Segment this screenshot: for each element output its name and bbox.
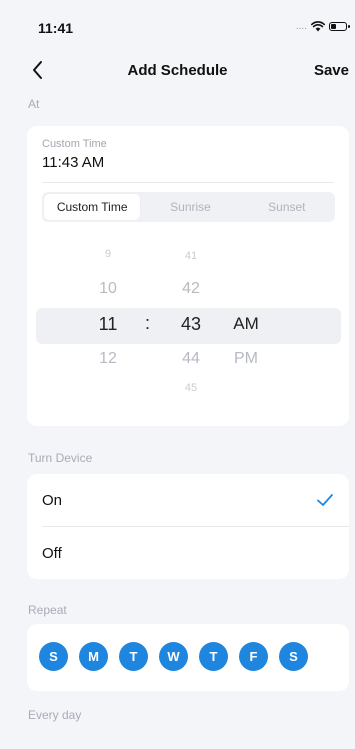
picker-minute[interactable]: 44 (166, 350, 216, 368)
status-icons: .... (295, 20, 350, 32)
time-card: Custom Time 11:43 AM Custom Time Sunrise… (27, 126, 349, 426)
picker-hour[interactable]: 12 (83, 350, 133, 368)
picker-separator: : (145, 313, 151, 333)
status-bar: 11:41 .... (0, 0, 355, 52)
option-off[interactable]: Off (42, 527, 334, 579)
picker-minute-selected[interactable]: 43 (166, 314, 216, 335)
option-label: Off (42, 544, 62, 562)
turn-device-card: On Off (27, 474, 349, 579)
checkmark-icon (317, 494, 333, 506)
day-selector: S M T W T F S (39, 642, 308, 671)
page-title: Add Schedule (127, 62, 228, 79)
signal-icon: .... (295, 20, 307, 32)
picker-hour[interactable]: 10 (83, 280, 133, 298)
day-friday[interactable]: F (239, 642, 268, 671)
nav-bar: Add Schedule Save (0, 52, 355, 86)
day-sunday[interactable]: S (39, 642, 68, 671)
divider (42, 182, 334, 183)
tab-sunset[interactable]: Sunset (239, 192, 335, 222)
day-wednesday[interactable]: W (159, 642, 188, 671)
at-section-label: At (28, 97, 40, 111)
repeat-card: S M T W T F S (27, 624, 349, 691)
option-on[interactable]: On (42, 474, 334, 526)
day-monday[interactable]: M (79, 642, 108, 671)
battery-icon (329, 22, 350, 31)
tab-sunrise[interactable]: Sunrise (142, 192, 238, 222)
turn-device-label: Turn Device (28, 451, 93, 465)
option-label: On (42, 491, 63, 509)
picker-minute[interactable]: 42 (166, 280, 216, 298)
time-picker[interactable]: 9 10 11 12 : 41 42 43 44 45 AM PM (27, 226, 349, 414)
picker-hour[interactable]: 9 (83, 248, 133, 260)
picker-ampm-selected[interactable]: AM (221, 314, 271, 334)
status-time: 11:41 (38, 20, 74, 36)
day-saturday[interactable]: S (279, 642, 308, 671)
repeat-summary: Every day (28, 708, 82, 722)
repeat-label: Repeat (28, 603, 67, 617)
picker-minute[interactable]: 45 (166, 382, 216, 394)
wifi-icon (311, 21, 325, 32)
day-thursday[interactable]: T (199, 642, 228, 671)
save-button[interactable]: Save (314, 62, 349, 79)
custom-time-label: Custom Time (42, 138, 107, 150)
picker-hour-selected[interactable]: 11 (83, 314, 133, 335)
picker-minute[interactable]: 41 (166, 250, 216, 262)
picker-ampm[interactable]: PM (221, 350, 271, 368)
tab-custom-time[interactable]: Custom Time (44, 194, 141, 220)
custom-time-value[interactable]: 11:43 AM (42, 154, 104, 171)
day-tuesday[interactable]: T (119, 642, 148, 671)
time-mode-selector: Custom Time Sunrise Sunset (42, 192, 335, 222)
